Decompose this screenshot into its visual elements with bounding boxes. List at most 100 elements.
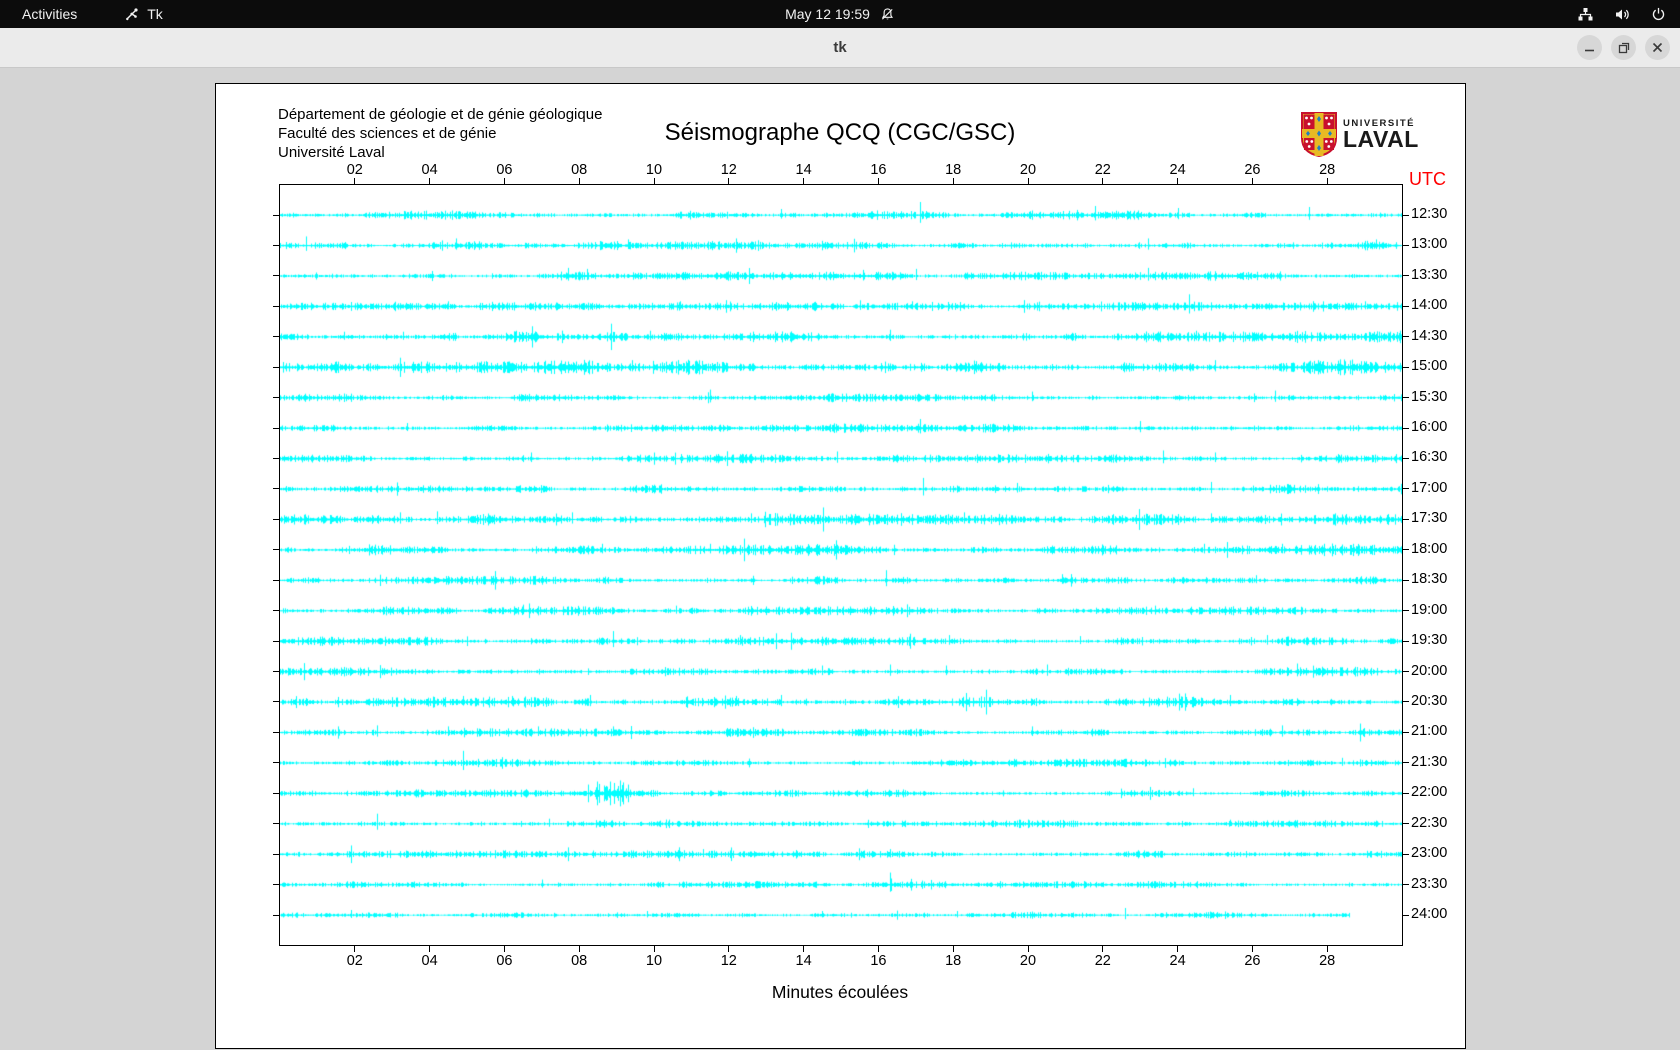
trace-tick-mark-right	[1402, 579, 1409, 581]
clock-area: May 12 19:59	[0, 0, 1680, 28]
tk-app-icon	[125, 7, 140, 22]
x-tick-mark-bottom	[1102, 945, 1104, 952]
trace-time-label: 22:00	[1411, 784, 1448, 801]
trace-tick-mark-right	[1402, 549, 1409, 551]
focused-app-indicator[interactable]: Tk	[125, 6, 163, 22]
x-tick-label-top: 16	[870, 162, 887, 178]
x-tick-mark-bottom	[503, 945, 505, 952]
trace-tick-mark-left	[273, 914, 280, 916]
x-tick-label-bottom: 06	[496, 953, 513, 969]
x-tick-mark-top	[1177, 178, 1179, 185]
trace-tick-mark-right	[1402, 792, 1409, 794]
trace-tick-mark-right	[1402, 488, 1409, 490]
x-tick-mark-bottom	[728, 945, 730, 952]
trace-tick-mark-right	[1402, 336, 1409, 338]
trace-time-label: 17:30	[1411, 510, 1448, 527]
x-tick-mark-top	[1102, 178, 1104, 185]
trace-tick-mark-right	[1402, 244, 1409, 246]
trace-tick-mark-left	[273, 457, 280, 459]
trace-tick-mark-right	[1402, 457, 1409, 459]
x-tick-label-bottom: 04	[421, 953, 438, 969]
minimize-button[interactable]	[1577, 35, 1602, 60]
trace-tick-mark-left	[273, 214, 280, 216]
trace-tick-mark-right	[1402, 275, 1409, 277]
x-tick-label-bottom: 02	[346, 953, 363, 969]
system-status-area[interactable]	[1577, 0, 1666, 28]
x-tick-label-top: 12	[720, 162, 737, 178]
network-icon	[1577, 7, 1594, 22]
x-tick-mark-top	[354, 178, 356, 185]
trace-tick-mark-left	[273, 518, 280, 520]
universite-laval-logo: UNIVERSITÉ LAVAL	[1301, 112, 1419, 162]
trace-time-label: 18:30	[1411, 571, 1448, 588]
window-title: tk	[833, 39, 847, 56]
x-tick-mark-bottom	[653, 945, 655, 952]
clock-label[interactable]: May 12 19:59	[785, 6, 870, 22]
trace-time-label: 19:30	[1411, 632, 1448, 649]
trace-tick-mark-left	[273, 823, 280, 825]
x-tick-label-top: 20	[1019, 162, 1037, 178]
trace-tick-mark-right	[1402, 518, 1409, 520]
x-tick-mark-bottom	[429, 945, 431, 952]
trace-tick-mark-right	[1402, 823, 1409, 825]
activities-button[interactable]: Activities	[16, 6, 83, 22]
trace-time-label: 12:30	[1411, 206, 1448, 223]
trace-tick-mark-left	[273, 336, 280, 338]
x-tick-label-top: 26	[1244, 162, 1261, 178]
x-tick-mark-bottom	[1027, 945, 1029, 952]
trace-tick-mark-right	[1402, 914, 1409, 916]
laval-logo-line2: LAVAL	[1343, 126, 1419, 152]
trace-time-label: 17:00	[1411, 480, 1448, 497]
x-tick-mark-bottom	[1251, 945, 1253, 952]
x-tick-label-bottom: 18	[945, 953, 962, 969]
trace-tick-mark-left	[273, 427, 280, 429]
close-button[interactable]	[1645, 35, 1670, 60]
focused-app-label: Tk	[147, 6, 163, 22]
seismogram-plot: UTC 02 02 04 04 06 06 08 08 10 10 12 12 14 14 16 16 18 18…	[273, 162, 1447, 969]
trace-time-label: 18:00	[1411, 540, 1448, 557]
x-tick-mark-bottom	[952, 945, 954, 952]
x-tick-label-top: 24	[1169, 162, 1186, 178]
x-axis-title: Minutes écoulées	[771, 982, 909, 1002]
trace-time-label: 16:30	[1411, 449, 1448, 466]
trace-time-label: 24:00	[1411, 906, 1448, 923]
x-tick-mark-top	[503, 178, 505, 185]
trace-tick-mark-left	[273, 366, 280, 368]
trace-tick-mark-left	[273, 731, 280, 733]
x-tick-label-bottom: 26	[1244, 953, 1261, 969]
restore-button[interactable]	[1611, 35, 1636, 60]
trace-tick-mark-left	[273, 853, 280, 855]
trace-time-label: 14:30	[1411, 327, 1448, 344]
page-title: Séismographe QCQ (CGC/GSC)	[664, 119, 1016, 146]
x-tick-label-top: 22	[1094, 162, 1111, 178]
trace-tick-mark-right	[1402, 397, 1409, 399]
x-tick-mark-bottom	[578, 945, 580, 952]
x-tick-mark-bottom	[1326, 945, 1328, 952]
trace-tick-mark-left	[273, 792, 280, 794]
trace-tick-mark-left	[273, 488, 280, 490]
x-tick-mark-top	[728, 178, 730, 185]
x-tick-label-bottom: 08	[571, 953, 588, 969]
trace-tick-mark-right	[1402, 731, 1409, 733]
trace-time-label: 13:00	[1411, 236, 1448, 253]
trace-tick-mark-right	[1402, 884, 1409, 886]
x-tick-label-bottom: 16	[870, 953, 887, 969]
x-tick-label-bottom: 22	[1094, 953, 1111, 969]
x-tick-mark-top	[803, 178, 805, 185]
screen: Activities Tk May 12 19:59 tk Départemen…	[0, 0, 1680, 1050]
trace-tick-mark-right	[1402, 214, 1409, 216]
x-tick-label-bottom: 28	[1319, 953, 1336, 969]
laval-logo-text: UNIVERSITÉ LAVAL	[1343, 112, 1419, 152]
x-tick-label-bottom: 10	[645, 953, 663, 969]
x-tick-label-bottom: 24	[1169, 953, 1186, 969]
trace-tick-mark-left	[273, 397, 280, 399]
trace-time-label: 20:30	[1411, 693, 1448, 710]
trace-tick-mark-left	[273, 671, 280, 673]
x-tick-mark-bottom	[1177, 945, 1179, 952]
x-tick-mark-top	[653, 178, 655, 185]
x-tick-mark-top	[1027, 178, 1029, 185]
window-titlebar[interactable]: tk	[0, 28, 1680, 68]
trace-time-label: 16:00	[1411, 419, 1448, 436]
utc-axis-label: UTC	[1409, 169, 1446, 189]
trace-time-label: 22:30	[1411, 814, 1448, 831]
